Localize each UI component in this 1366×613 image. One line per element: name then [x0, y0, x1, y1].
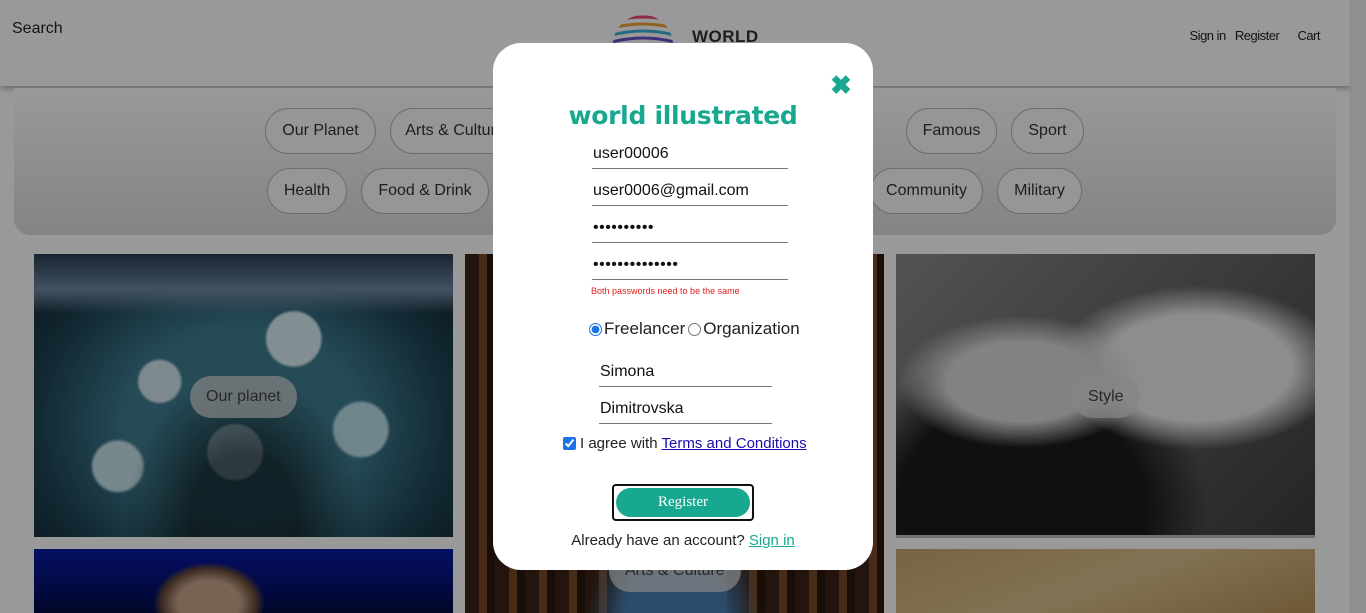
- email-field[interactable]: [592, 177, 788, 206]
- first-name-field[interactable]: [599, 357, 772, 387]
- register-button-focus-ring: Register: [612, 484, 754, 521]
- freelancer-label: Freelancer: [604, 319, 686, 338]
- close-icon[interactable]: ✖: [829, 72, 853, 98]
- register-modal: ✖ world illustrated Both passwords need …: [493, 43, 873, 570]
- sign-in-prompt: Already have an account? Sign in: [493, 532, 873, 549]
- username-field[interactable]: [592, 140, 788, 169]
- last-name-field[interactable]: [599, 394, 772, 424]
- already-account-text: Already have an account?: [571, 532, 745, 549]
- organization-label: Organization: [703, 319, 800, 338]
- terms-agreement: I agree with Terms and Conditions: [563, 435, 807, 452]
- register-button[interactable]: Register: [616, 488, 750, 517]
- agree-text: I agree with: [580, 435, 658, 452]
- modal-brand-title: world illustrated: [568, 101, 798, 130]
- password-field[interactable]: [592, 214, 788, 243]
- modal-sign-in-link[interactable]: Sign in: [749, 532, 795, 549]
- freelancer-radio[interactable]: [589, 322, 602, 336]
- terms-link[interactable]: Terms and Conditions: [662, 435, 807, 452]
- confirm-password-field[interactable]: [592, 251, 788, 280]
- organization-radio[interactable]: [688, 322, 702, 336]
- password-error-message: Both passwords need to be the same: [591, 286, 740, 296]
- account-type-group: Freelancer Organization: [589, 319, 800, 339]
- terms-checkbox[interactable]: [563, 437, 576, 450]
